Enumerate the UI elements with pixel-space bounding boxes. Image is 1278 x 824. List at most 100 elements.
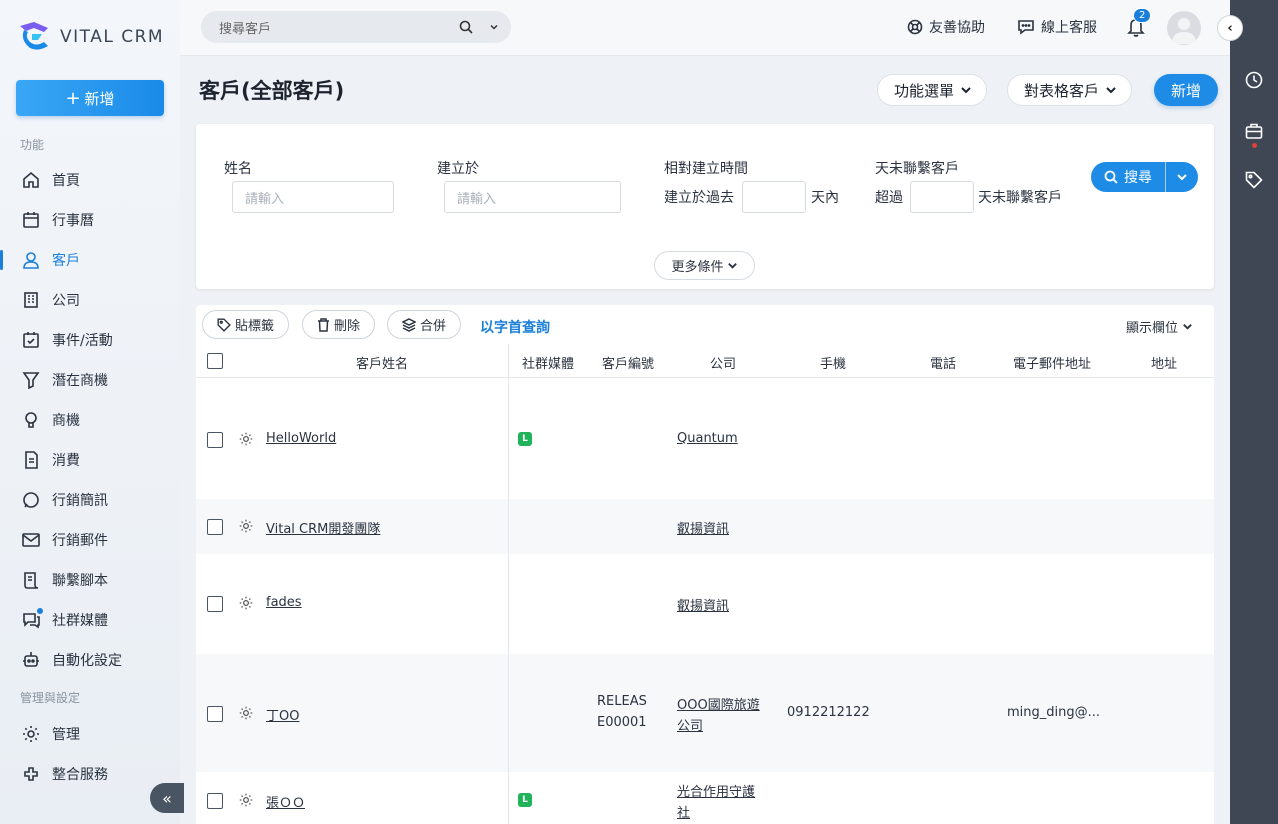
- company-link-line2[interactable]: 公司: [677, 715, 703, 734]
- column-visibility-label: 顯示欄位: [1126, 321, 1179, 336]
- delete-button[interactable]: 刪除: [302, 310, 376, 339]
- search-button-main[interactable]: 搜尋: [1091, 162, 1166, 192]
- sidebar-item-automation[interactable]: 自動化設定: [0, 645, 180, 675]
- sidebar-item-label: 整合服務: [52, 767, 108, 783]
- sidebar-item-company[interactable]: 公司: [0, 285, 180, 315]
- relative-created-label: 相對建立時間: [664, 161, 748, 177]
- tag-button[interactable]: 貼標籤: [202, 310, 290, 339]
- company-link[interactable]: 叡揚資訊: [677, 518, 729, 537]
- sidebar-item-script[interactable]: 聯繫腳本: [0, 565, 180, 595]
- relative-days-input[interactable]: [742, 181, 806, 213]
- company-icon: [24, 292, 38, 308]
- line-app-icon[interactable]: L: [518, 432, 532, 446]
- column-header-company[interactable]: 公司: [710, 353, 736, 372]
- company-link-line2[interactable]: 社: [677, 802, 690, 821]
- created-filter-input[interactable]: 請輸入: [444, 181, 621, 213]
- opportunity-icon: [25, 412, 37, 428]
- chevron-down-icon: [1183, 324, 1192, 330]
- clock-icon[interactable]: [1245, 71, 1263, 89]
- sidebar-item-leads[interactable]: 潛在商機: [0, 365, 180, 395]
- row-checkbox[interactable]: [207, 596, 223, 612]
- gear-icon[interactable]: [239, 596, 253, 610]
- customer-name-link[interactable]: HelloWorld: [266, 431, 336, 446]
- sidebar-item-calendar[interactable]: 行事曆: [0, 205, 180, 235]
- customer-name-link[interactable]: Vital CRM開發團隊: [266, 518, 380, 537]
- briefcase-icon[interactable]: [1245, 122, 1263, 140]
- gear-icon[interactable]: [239, 793, 253, 807]
- help-link[interactable]: 友善協助: [907, 17, 985, 37]
- sidebar-item-opportunities[interactable]: 商機: [0, 405, 180, 435]
- sidebar-item-mail[interactable]: 行銷郵件: [0, 525, 180, 555]
- gear-icon[interactable]: [239, 519, 253, 533]
- row-checkbox[interactable]: [207, 432, 223, 448]
- sidebar-item-events[interactable]: 事件/活動: [0, 325, 180, 355]
- support-chat-icon: [1018, 20, 1034, 35]
- rail-toggle-button[interactable]: ‹: [1217, 15, 1243, 41]
- chevron-down-icon[interactable]: [489, 22, 499, 32]
- sidebar-item-social[interactable]: 社群媒體: [0, 605, 180, 635]
- add-customer-button[interactable]: 新增: [1154, 74, 1218, 106]
- no-contact-days-input[interactable]: [910, 181, 974, 213]
- company-link[interactable]: OOO國際旅遊: [677, 694, 760, 713]
- logo-text: VITAL CRM: [60, 27, 165, 47]
- sidebar-new-button[interactable]: + 新增: [16, 80, 164, 116]
- line-app-icon[interactable]: L: [518, 793, 532, 807]
- double-chevron-left-icon: «: [162, 788, 172, 808]
- table-header: 客戶姓名 社群媒體 客戶編號 公司 手機 電話 電子郵件地址 地址: [196, 344, 1214, 378]
- section-label-admin: 管理與設定: [20, 691, 81, 705]
- company-link[interactable]: 光合作用守護: [677, 781, 755, 800]
- tag-icon[interactable]: [1245, 171, 1263, 189]
- avatar[interactable]: [1167, 11, 1201, 45]
- logo[interactable]: VITAL CRM: [18, 22, 164, 52]
- column-header-mobile[interactable]: 手機: [820, 353, 846, 372]
- column-header-address[interactable]: 地址: [1151, 353, 1177, 372]
- merge-button[interactable]: 合併: [387, 310, 462, 339]
- customer-name-link[interactable]: fades: [266, 595, 302, 610]
- sidebar-item-label: 行銷簡訊: [52, 493, 108, 509]
- table-actions-label: 對表格客戶: [1024, 81, 1100, 100]
- alphabet-search-link[interactable]: 以字首查詢: [480, 317, 550, 337]
- sidebar-item-purchases[interactable]: 消費: [0, 445, 180, 475]
- support-link[interactable]: 線上客服: [1017, 17, 1097, 37]
- vital-crm-logo-icon: [20, 22, 48, 50]
- column-header-phone[interactable]: 電話: [930, 353, 956, 372]
- table-row: Vital CRM開發團隊 叡揚資訊: [196, 499, 1214, 554]
- search-input[interactable]: 搜尋客戶: [201, 11, 511, 43]
- sidebar-item-home[interactable]: 首頁: [0, 165, 180, 195]
- row-checkbox[interactable]: [207, 793, 223, 809]
- search-options-dropdown[interactable]: [1166, 171, 1198, 183]
- gear-icon[interactable]: [239, 432, 253, 446]
- gear-icon[interactable]: [239, 706, 253, 720]
- notification-badge: 2: [1133, 8, 1152, 23]
- sidebar-item-integrations[interactable]: 整合服務: [0, 759, 180, 789]
- company-link[interactable]: Quantum: [677, 431, 738, 446]
- select-all-checkbox[interactable]: [207, 353, 223, 369]
- company-link[interactable]: 叡揚資訊: [677, 595, 729, 614]
- customer-name-link[interactable]: 張ＯＯ: [266, 792, 305, 811]
- help-label: 友善協助: [929, 20, 985, 36]
- sidebar-item-manage[interactable]: 管理: [0, 719, 180, 749]
- sidebar-item-sms[interactable]: 行銷簡訊: [0, 485, 180, 515]
- sidebar-item-label: 公司: [52, 293, 80, 309]
- row-checkbox[interactable]: [207, 519, 223, 535]
- column-header-name[interactable]: 客戶姓名: [356, 353, 408, 372]
- collapse-sidebar-button[interactable]: «: [150, 783, 184, 813]
- column-header-social[interactable]: 社群媒體: [522, 353, 574, 372]
- customer-name-link[interactable]: 丁OO: [266, 705, 299, 724]
- column-header-email[interactable]: 電子郵件地址: [1013, 353, 1091, 372]
- more-conditions-button[interactable]: 更多條件: [654, 251, 755, 280]
- search-icon[interactable]: [459, 20, 473, 34]
- table-actions-button[interactable]: 對表格客戶: [1007, 74, 1133, 106]
- search-button[interactable]: 搜尋: [1091, 162, 1198, 192]
- function-menu-button[interactable]: 功能選單: [877, 74, 988, 106]
- row-checkbox[interactable]: [207, 706, 223, 722]
- column-header-code[interactable]: 客戶編號: [602, 353, 654, 372]
- column-visibility-toggle[interactable]: 顯示欄位: [1126, 317, 1193, 336]
- sidebar-item-label: 管理: [52, 727, 80, 743]
- more-conditions-label: 更多條件: [671, 260, 724, 275]
- table-row: fades 叡揚資訊: [196, 554, 1214, 654]
- sidebar-item-customers[interactable]: 客戶: [0, 245, 180, 275]
- mobile-value: 0912212122: [787, 705, 870, 720]
- social-icon: [23, 613, 40, 629]
- name-filter-input[interactable]: 請輸入: [232, 181, 394, 213]
